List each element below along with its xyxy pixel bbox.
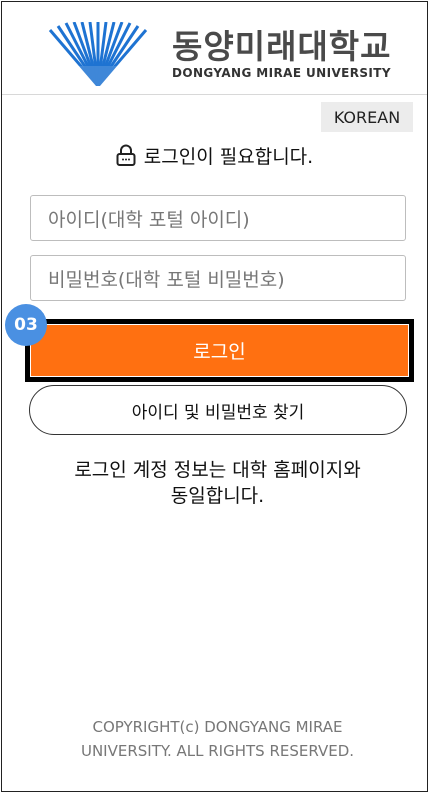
lock-icon: [116, 144, 136, 166]
step-badge: 03: [5, 304, 47, 346]
info-line-1: 로그인 계정 정보는 대학 홈페이지와: [74, 459, 361, 481]
find-account-button[interactable]: 아이디 및 비밀번호 찾기: [29, 385, 407, 435]
id-placeholder: 아이디(대학 포털 아이디): [48, 208, 250, 231]
password-placeholder: 비밀번호(대학 포털 비밀번호): [48, 268, 285, 291]
info-line-2: 동일합니다.: [170, 485, 265, 507]
page-frame: 동양미래대학교 DONGYANG MIRAE UNIVERSITY KOREAN…: [1, 1, 428, 792]
header: 동양미래대학교 DONGYANG MIRAE UNIVERSITY: [2, 2, 427, 95]
id-input[interactable]: 아이디(대학 포털 아이디): [30, 195, 406, 241]
copyright-line-1: COPYRIGHT(c) DONGYANG MIRAE: [92, 718, 343, 736]
copyright-line-2: UNIVERSITY. ALL RIGHTS RESERVED.: [80, 742, 355, 760]
login-required-notice: 로그인이 필요합니다.: [2, 142, 427, 168]
login-button[interactable]: 로그인: [31, 325, 408, 376]
logo-english-text: DONGYANG MIRAE UNIVERSITY: [172, 66, 391, 80]
copyright: COPYRIGHT(c) DONGYANG MIRAE UNIVERSITY. …: [22, 715, 413, 763]
language-button[interactable]: KOREAN: [321, 102, 413, 132]
password-input[interactable]: 비밀번호(대학 포털 비밀번호): [30, 255, 406, 301]
logo-korean-text: 동양미래대학교: [172, 27, 392, 66]
notice-text: 로그인이 필요합니다.: [143, 145, 314, 168]
university-logo-icon: [46, 22, 150, 86]
account-info-text: 로그인 계정 정보는 대학 홈페이지와 동일합니다.: [22, 457, 413, 509]
